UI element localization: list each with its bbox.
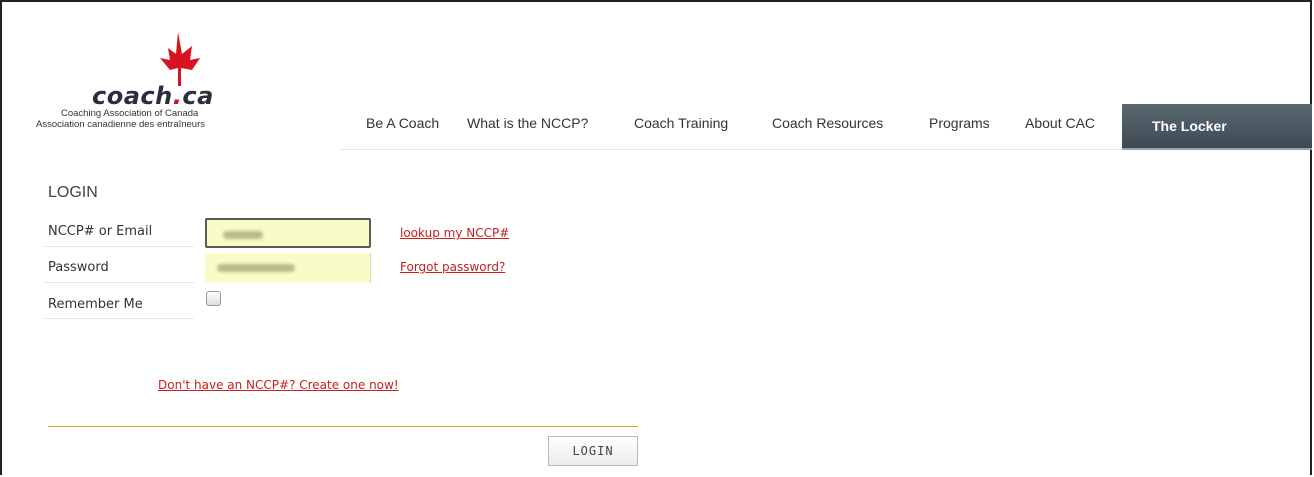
- logo-french-name: Association canadienne des entraîneurs: [36, 119, 206, 130]
- maple-leaf-icon: [160, 32, 200, 86]
- label-separator: [44, 246, 194, 247]
- nav-be-a-coach[interactable]: Be A Coach: [366, 115, 439, 131]
- login-button[interactable]: LOGIN: [548, 436, 638, 466]
- login-heading: LOGIN: [48, 184, 98, 201]
- nav-about-cac[interactable]: About CAC: [1025, 115, 1095, 131]
- coach-ca-logo[interactable]: coach.ca Coaching Association of Canada …: [36, 30, 276, 130]
- password-input[interactable]: [205, 253, 371, 283]
- locker-underline: [1122, 148, 1312, 150]
- create-nccp-link[interactable]: Don't have an NCCP#? Create one now!: [158, 378, 399, 392]
- label-separator: [44, 282, 194, 283]
- nav-programs[interactable]: Programs: [929, 115, 990, 131]
- nav-what-is-nccp[interactable]: What is the NCCP?: [467, 115, 588, 131]
- logo-wordmark: coach.ca: [92, 82, 214, 110]
- forgot-password-link[interactable]: Forgot password?: [400, 260, 505, 274]
- redacted-value: [217, 264, 295, 272]
- nav-coach-training[interactable]: Coach Training: [634, 115, 728, 131]
- form-divider: [48, 426, 638, 427]
- remember-me-checkbox[interactable]: [206, 291, 221, 306]
- logo-english-name: Coaching Association of Canada: [61, 108, 199, 119]
- lookup-nccp-link[interactable]: lookup my NCCP#: [400, 226, 509, 240]
- redacted-value: [223, 231, 263, 239]
- nccp-email-input[interactable]: [205, 218, 371, 248]
- nav-coach-resources[interactable]: Coach Resources: [772, 115, 883, 131]
- password-label: Password: [48, 260, 109, 275]
- nav-the-locker[interactable]: The Locker: [1122, 104, 1312, 148]
- remember-me-label: Remember Me: [48, 297, 143, 312]
- label-separator: [44, 318, 194, 319]
- nccp-email-label: NCCP# or Email: [48, 224, 153, 239]
